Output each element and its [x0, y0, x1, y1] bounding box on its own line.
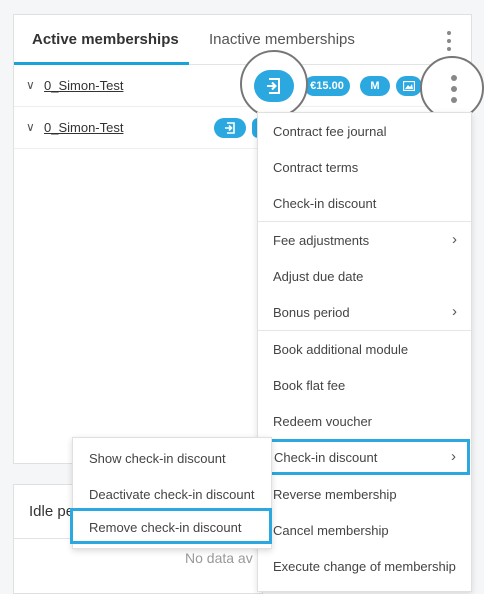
membership-name-link[interactable]: 0_Simon-Test [44, 120, 123, 135]
module-badge[interactable]: M [360, 76, 390, 96]
chevron-down-icon[interactable]: ∨ [26, 78, 35, 92]
submenu-item-remove-check-in-discount[interactable]: Remove check-in discount [70, 508, 272, 544]
row-more-options-icon[interactable] [420, 56, 484, 120]
chevron-down-icon[interactable]: ∨ [26, 120, 35, 134]
empty-state-text: No data av [185, 550, 253, 566]
submenu-item-show-check-in-discount[interactable]: Show check-in discount [73, 440, 271, 476]
menu-item-adjust-due-date[interactable]: Adjust due date [258, 258, 471, 294]
menu-item-bonus-period[interactable]: Bonus period › [258, 294, 471, 330]
check-in-icon[interactable] [214, 118, 246, 138]
context-menu: Contract fee journal Contract terms Chec… [257, 112, 472, 592]
membership-name-link[interactable]: 0_Simon-Test [44, 78, 123, 93]
menu-item-book-additional-module[interactable]: Book additional module [258, 331, 471, 367]
chevron-right-icon: › [451, 448, 456, 465]
tab-active-memberships[interactable]: Active memberships [32, 31, 179, 48]
menu-item-check-in-discount[interactable]: Check-in discount [258, 185, 471, 221]
menu-item-contract-terms[interactable]: Contract terms [258, 149, 471, 185]
menu-item-reverse-membership[interactable]: Reverse membership [258, 476, 471, 512]
menu-item-execute-change-of-membership[interactable]: Execute change of membership [258, 548, 471, 584]
menu-item-check-in-discount-submenu[interactable]: Check-in discount › [259, 439, 470, 475]
chevron-right-icon: › [452, 231, 457, 248]
tab-inactive-memberships[interactable]: Inactive memberships [209, 31, 355, 48]
check-in-button-highlight[interactable] [240, 50, 308, 118]
menu-item-redeem-voucher[interactable]: Redeem voucher [258, 403, 471, 439]
menu-item-contract-fee-journal[interactable]: Contract fee journal [258, 113, 471, 149]
menu-item-cancel-membership[interactable]: Cancel membership [258, 512, 471, 548]
tab-bar: Active memberships Inactive memberships [14, 15, 471, 65]
more-options-icon[interactable] [444, 31, 454, 51]
image-icon[interactable] [396, 76, 422, 96]
idle-panel-title: Idle pe [29, 503, 75, 520]
menu-item-fee-adjustments[interactable]: Fee adjustments › [258, 222, 471, 258]
menu-item-book-flat-fee[interactable]: Book flat fee [258, 367, 471, 403]
check-in-icon[interactable] [254, 70, 294, 102]
price-badge[interactable]: €15.00 [304, 76, 350, 96]
chevron-right-icon: › [452, 303, 457, 320]
check-in-discount-submenu: Show check-in discount Deactivate check-… [70, 437, 272, 549]
submenu-item-deactivate-check-in-discount[interactable]: Deactivate check-in discount [73, 476, 271, 512]
